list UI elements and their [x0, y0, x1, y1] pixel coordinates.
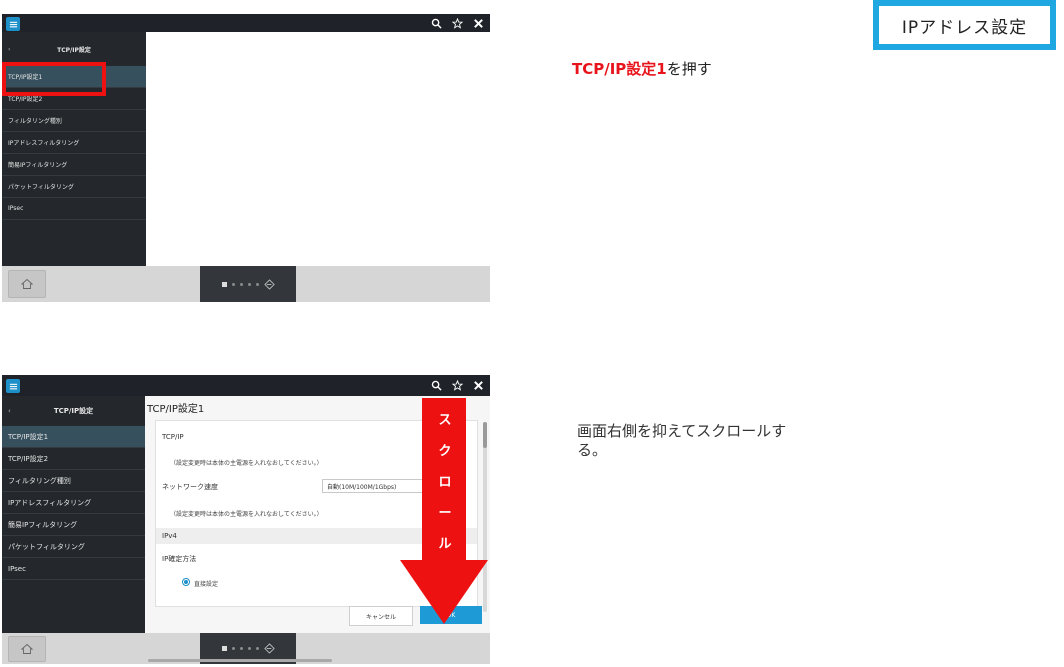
scroll-char: ロ [438, 475, 452, 490]
gesture-bar [148, 659, 332, 662]
sidebar-item-label: パケットフィルタリング [8, 184, 74, 191]
sidebar-item-simple-ip-filter[interactable]: 簡易IPフィルタリング [2, 154, 146, 176]
page-dot [231, 647, 235, 650]
bottom-bar [2, 266, 490, 302]
sidebar-item-ipsec[interactable]: IPsec [2, 558, 145, 580]
sidebar-item-label: フィルタリング種別 [8, 476, 71, 485]
sidebar: ‹ TCP/IP設定 TCP/IP設定1 TCP/IP設定2 フィルタリング種別… [2, 396, 145, 633]
note-restart: （設定変更時は本体の主電源を入れなおしてください。） [170, 460, 323, 467]
menu-button[interactable] [6, 379, 20, 393]
home-icon [21, 278, 33, 289]
instruction-text: を押す [666, 60, 712, 78]
instruction-highlight: TCP/IP設定1 [572, 60, 667, 78]
hamburger-icon [9, 383, 17, 389]
top-bar [2, 375, 490, 396]
screenshot-top: ‹ TCP/IP設定 TCP/IP設定1 TCP/IP設定2 フィルタリング種別… [2, 14, 490, 302]
sidebar-item-ip-filter[interactable]: IPアドレスフィルタリング [2, 492, 145, 514]
sidebar-item-ipsec[interactable]: IPsec [2, 198, 146, 220]
sidebar-item-label: IPアドレスフィルタリング [8, 140, 80, 147]
sidebar-item-label: TCP/IP設定1 [8, 432, 49, 441]
sidebar-item-ip-filter[interactable]: IPアドレスフィルタリング [2, 132, 146, 154]
sidebar-item-packet-filter[interactable]: パケットフィルタリング [2, 176, 146, 198]
page-dot [255, 282, 259, 286]
scroll-char: ス [438, 413, 452, 428]
sidebar-item-label: 簡易IPフィルタリング [8, 162, 68, 169]
sidebar-item-label: 簡易IPフィルタリング [8, 520, 78, 529]
sidebar-item-label: パケットフィルタリング [8, 542, 85, 551]
section-title-badge: IPアドレス設定 [873, 0, 1056, 50]
direct-setting-radio[interactable] [182, 578, 190, 586]
sidebar-item-packet-filter[interactable]: パケットフィルタリング [2, 536, 145, 558]
search-icon[interactable] [431, 380, 442, 391]
network-speed-label: ネットワーク速度 [162, 483, 218, 491]
page-dot [239, 282, 243, 286]
arrow-right-icon [263, 643, 275, 654]
sidebar-item-filter-type[interactable]: フィルタリング種別 [2, 110, 146, 132]
instruction-step-2: 画面右側を抑えてスクロールする。 [577, 422, 787, 459]
tcpip-label: TCP/IP [162, 433, 184, 441]
content-area [146, 32, 490, 266]
sidebar-title: TCP/IP設定 [53, 407, 94, 415]
sidebar-item-label: IPアドレスフィルタリング [8, 498, 92, 507]
back-icon[interactable]: ‹ [8, 407, 11, 415]
search-icon[interactable] [431, 18, 442, 29]
bottom-bar [2, 633, 490, 664]
page-square [221, 646, 227, 651]
page-square [221, 281, 227, 287]
sidebar-header: ‹ TCP/IP設定 [2, 396, 145, 427]
sidebar-item-filter-type[interactable]: フィルタリング種別 [2, 470, 145, 492]
ipv4-label: IPv4 [162, 532, 177, 540]
home-button[interactable] [8, 270, 46, 298]
highlight-box [2, 62, 106, 96]
scroll-char: ク [438, 444, 452, 459]
page-dot [255, 647, 259, 650]
top-bar [2, 14, 490, 32]
instruction-step-1: TCP/IP設定1を押す [572, 58, 712, 79]
star-icon[interactable] [452, 17, 463, 29]
back-icon[interactable]: ‹ [8, 46, 10, 53]
sidebar-item-label: TCP/IP設定2 [8, 454, 49, 463]
content-title: TCP/IP設定1 [147, 404, 205, 415]
ip-method-label: IP確定方法 [162, 555, 197, 563]
radio-label: 直接設定 [194, 581, 219, 588]
home-icon [21, 643, 33, 654]
sidebar-item-tcpip1[interactable]: TCP/IP設定1 [2, 426, 145, 448]
sidebar-item-label: フィルタリング種別 [8, 118, 62, 125]
scroll-label: ス ク ロ ー ル [422, 398, 468, 570]
close-icon[interactable] [473, 380, 484, 391]
sidebar-title: TCP/IP設定 [57, 46, 91, 54]
page-dot [247, 647, 251, 650]
sidebar-item-label: IPsec [8, 564, 26, 573]
scroll-char: ー [438, 506, 452, 521]
page-dot [247, 282, 251, 286]
page-dot [231, 282, 235, 286]
home-button[interactable] [8, 636, 46, 662]
menu-button[interactable] [6, 17, 20, 31]
scroll-char: ル [438, 537, 452, 552]
sidebar-item-label: IPsec [8, 205, 24, 212]
page-indicator[interactable] [200, 266, 296, 302]
page-dot [239, 647, 243, 650]
sidebar-item-simple-ip-filter[interactable]: 簡易IPフィルタリング [2, 514, 145, 536]
sidebar-item-tcpip2[interactable]: TCP/IP設定2 [2, 448, 145, 470]
arrow-right-icon [263, 278, 275, 290]
close-icon[interactable] [473, 18, 484, 29]
section-title: IPアドレス設定 [879, 6, 1050, 44]
star-icon[interactable] [452, 380, 463, 391]
note-restart: （設定変更時は本体の主電源を入れなおしてください。） [170, 511, 323, 518]
hamburger-icon [9, 21, 17, 27]
